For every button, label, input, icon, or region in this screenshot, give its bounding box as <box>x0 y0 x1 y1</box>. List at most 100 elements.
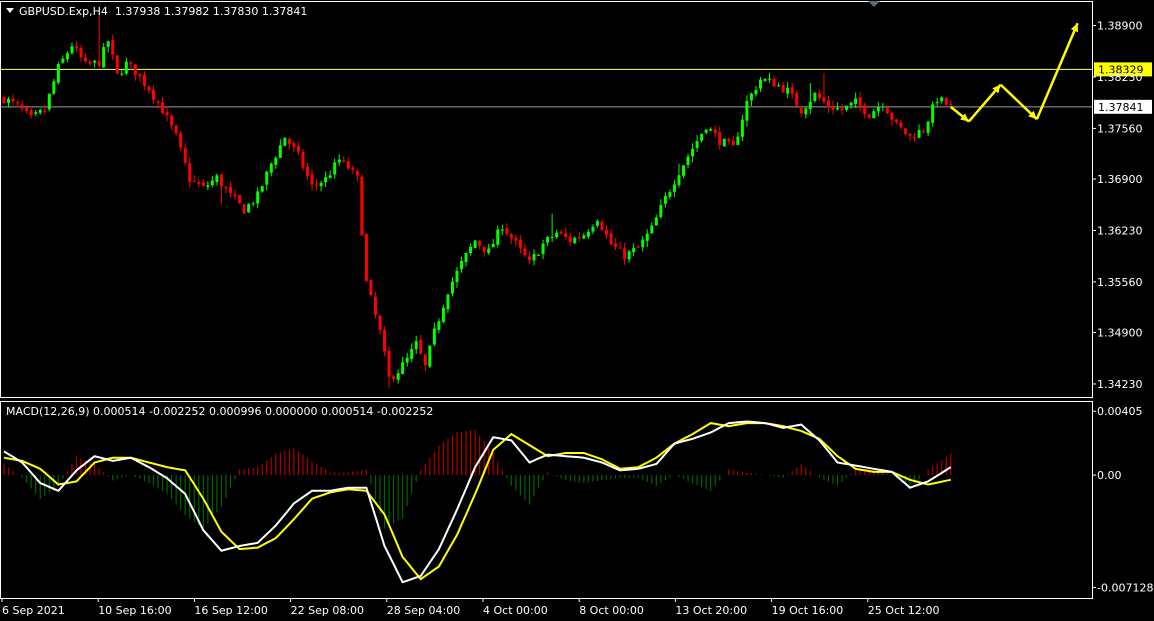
candle-body <box>93 60 97 63</box>
candle-body <box>283 137 287 146</box>
candle-body <box>364 234 368 281</box>
candle-body <box>527 256 531 261</box>
macd-tick-label: 0.00405 <box>1097 405 1143 418</box>
candle-body <box>500 229 504 231</box>
candle-body <box>840 108 844 111</box>
price-pane-border <box>0 1 1093 398</box>
candle-body <box>555 232 559 238</box>
candle-body <box>56 64 60 83</box>
candle-body <box>192 180 196 182</box>
candle-body <box>111 40 115 55</box>
price-tick-label: 1.34900 <box>1097 327 1143 340</box>
price-tick-label: 1.35560 <box>1097 276 1143 289</box>
candle-body <box>355 170 359 176</box>
candle-body <box>441 307 445 322</box>
candle-body <box>740 119 744 137</box>
candle-body <box>473 240 477 248</box>
candle-body <box>636 246 640 248</box>
candle-body <box>65 53 69 60</box>
candle-body <box>600 222 604 230</box>
open-value: 1.37938 <box>114 5 161 18</box>
dropdown-triangle-icon[interactable] <box>6 8 14 13</box>
candle-body <box>944 97 948 105</box>
candle-body <box>142 74 146 86</box>
macd-header: MACD(12,26,9) 0.000514 -0.002252 0.00099… <box>6 406 433 418</box>
candle-body <box>360 176 364 236</box>
candle-body <box>609 233 613 245</box>
candle-body <box>736 136 740 145</box>
candle-body <box>396 373 400 380</box>
candle-body <box>546 237 550 243</box>
candle-body <box>768 78 772 80</box>
candle-body <box>509 234 513 239</box>
candle-body <box>935 101 939 104</box>
candle-body <box>691 148 695 157</box>
candle-body <box>428 345 432 367</box>
candle-body <box>405 357 409 363</box>
time-tick-label: 8 Oct 00:00 <box>579 604 644 617</box>
candle-body <box>826 100 830 108</box>
candle-body <box>885 107 889 114</box>
candle-body <box>817 93 821 99</box>
candle-body <box>591 226 595 232</box>
candle-body <box>727 139 731 142</box>
candle-body <box>278 145 282 158</box>
candle-body <box>410 348 414 359</box>
candle-body <box>949 104 953 106</box>
candle-body <box>147 86 151 91</box>
candle-body <box>704 129 708 133</box>
candle-body <box>387 350 391 377</box>
candle-body <box>215 175 219 182</box>
time-tick-label: 10 Sep 16:00 <box>98 604 171 617</box>
candle-body <box>908 133 912 136</box>
scroll-marker-icon <box>868 1 880 7</box>
candle-body <box>292 143 296 148</box>
candle-body <box>52 81 56 94</box>
price-tick-label: 1.34230 <box>1097 378 1143 391</box>
candle-body <box>174 125 178 134</box>
time-tick-label: 4 Oct 00:00 <box>483 604 548 617</box>
candle-body <box>582 235 586 239</box>
candle-body <box>346 161 350 169</box>
candle-body <box>713 129 717 134</box>
candle-body <box>43 110 47 112</box>
candle-body <box>518 239 522 248</box>
macd-axis: 0.00405 0.00 -0.007128 <box>1092 405 1153 594</box>
candle-body <box>595 221 599 226</box>
candle-body <box>559 231 563 234</box>
candle-body <box>124 61 128 74</box>
candle-body <box>537 254 541 256</box>
time-tick-label: 22 Sep 08:00 <box>291 604 364 617</box>
candle-body <box>79 47 83 58</box>
price-tick-label: 1.36230 <box>1097 224 1143 237</box>
candle-body <box>74 46 78 48</box>
candle-body <box>863 104 867 115</box>
candle-body <box>913 136 917 139</box>
close-value: 1.37841 <box>261 5 308 18</box>
candle-body <box>34 112 38 115</box>
candle-body <box>876 107 880 112</box>
candle-body <box>781 84 785 93</box>
candle-body <box>460 260 464 270</box>
candle-body <box>165 112 169 116</box>
candle-body <box>287 138 291 145</box>
candle-body <box>759 79 763 89</box>
candle-body <box>423 354 427 366</box>
candle-body <box>210 180 214 186</box>
candle-body <box>29 110 33 116</box>
candle-body <box>337 159 341 163</box>
candle-body <box>722 139 726 147</box>
candle-body <box>804 108 808 115</box>
candle-body <box>663 195 667 204</box>
chart-area[interactable]: 1.383291.378411.389001.382301.375601.369… <box>0 0 1154 621</box>
candle-body <box>296 146 300 152</box>
candle-body <box>188 163 192 182</box>
candle-body <box>700 133 704 141</box>
candle-body <box>795 93 799 106</box>
candle-body <box>772 78 776 87</box>
candle-body <box>677 175 681 186</box>
candle-body <box>20 104 24 109</box>
macd-tick-label: -0.007128 <box>1097 581 1153 594</box>
candle-body <box>179 133 183 148</box>
candle-body <box>514 237 518 241</box>
